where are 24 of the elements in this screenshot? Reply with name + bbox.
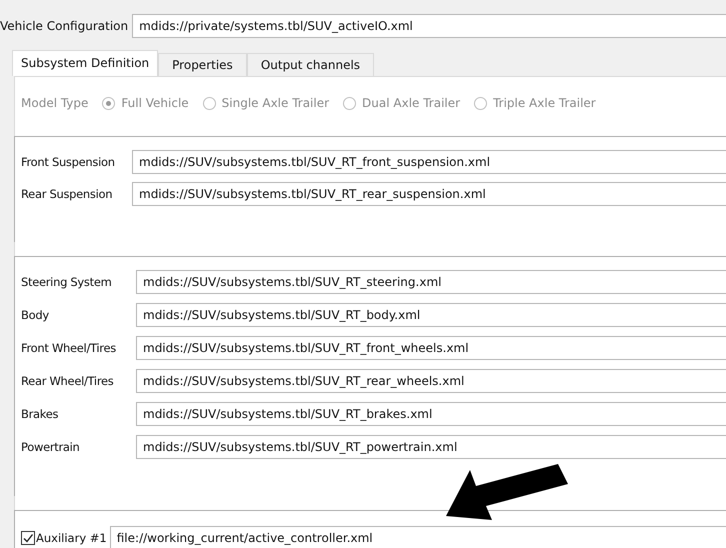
tab[interactable]: Output channels — [246, 53, 374, 76]
field-label: Powertrain — [21, 440, 81, 454]
path-field[interactable]: mdids://SUV/subsystems.tbl/SUV_RT_brakes.xml — [136, 402, 726, 426]
tab[interactable]: Properties — [158, 53, 247, 76]
path-field[interactable]: mdids://SUV/subsystems.tbl/SUV_RT_body.xml — [136, 302, 726, 326]
field-label: Rear Suspension — [21, 187, 114, 201]
field-label: Front Wheel/Tires — [21, 340, 117, 354]
model-type-label: Model Type — [21, 96, 88, 110]
path-field[interactable]: mdids://private/systems.tbl/SUV_activeIO.xml — [132, 14, 726, 38]
path-field[interactable]: mdids://SUV/subsystems.tbl/SUV_RT_powertrain.xml — [136, 434, 726, 458]
field-label: Rear Wheel/Tires — [21, 374, 114, 388]
path-field[interactable]: file://working_current/active_controller.xml — [110, 526, 726, 548]
field-label: Steering System — [21, 274, 113, 288]
field-label: Body — [21, 308, 50, 322]
path-field[interactable]: mdids://SUV/subsystems.tbl/SUV_RT_front_wheels.xml — [136, 336, 726, 360]
path-field[interactable]: mdids://SUV/subsystems.tbl/SUV_RT_rear_wheels.xml — [136, 368, 726, 392]
path-field[interactable]: mdids://SUV/subsystems.tbl/SUV_RT_steering.xml — [136, 270, 726, 294]
field-label: Vehicle Configuration — [0, 19, 130, 33]
field-label: Brakes — [21, 406, 60, 420]
path-field[interactable]: mdids://SUV/subsystems.tbl/SUV_RT_rear_suspension.xml — [132, 182, 726, 206]
field-label: Front Suspension — [21, 155, 116, 169]
path-field[interactable]: mdids://SUV/subsystems.tbl/SUV_RT_front_suspension.xml — [132, 150, 726, 174]
checkbox[interactable]: Auxiliary #1 — [21, 531, 110, 545]
tab[interactable]: Subsystem Definition — [12, 50, 158, 76]
